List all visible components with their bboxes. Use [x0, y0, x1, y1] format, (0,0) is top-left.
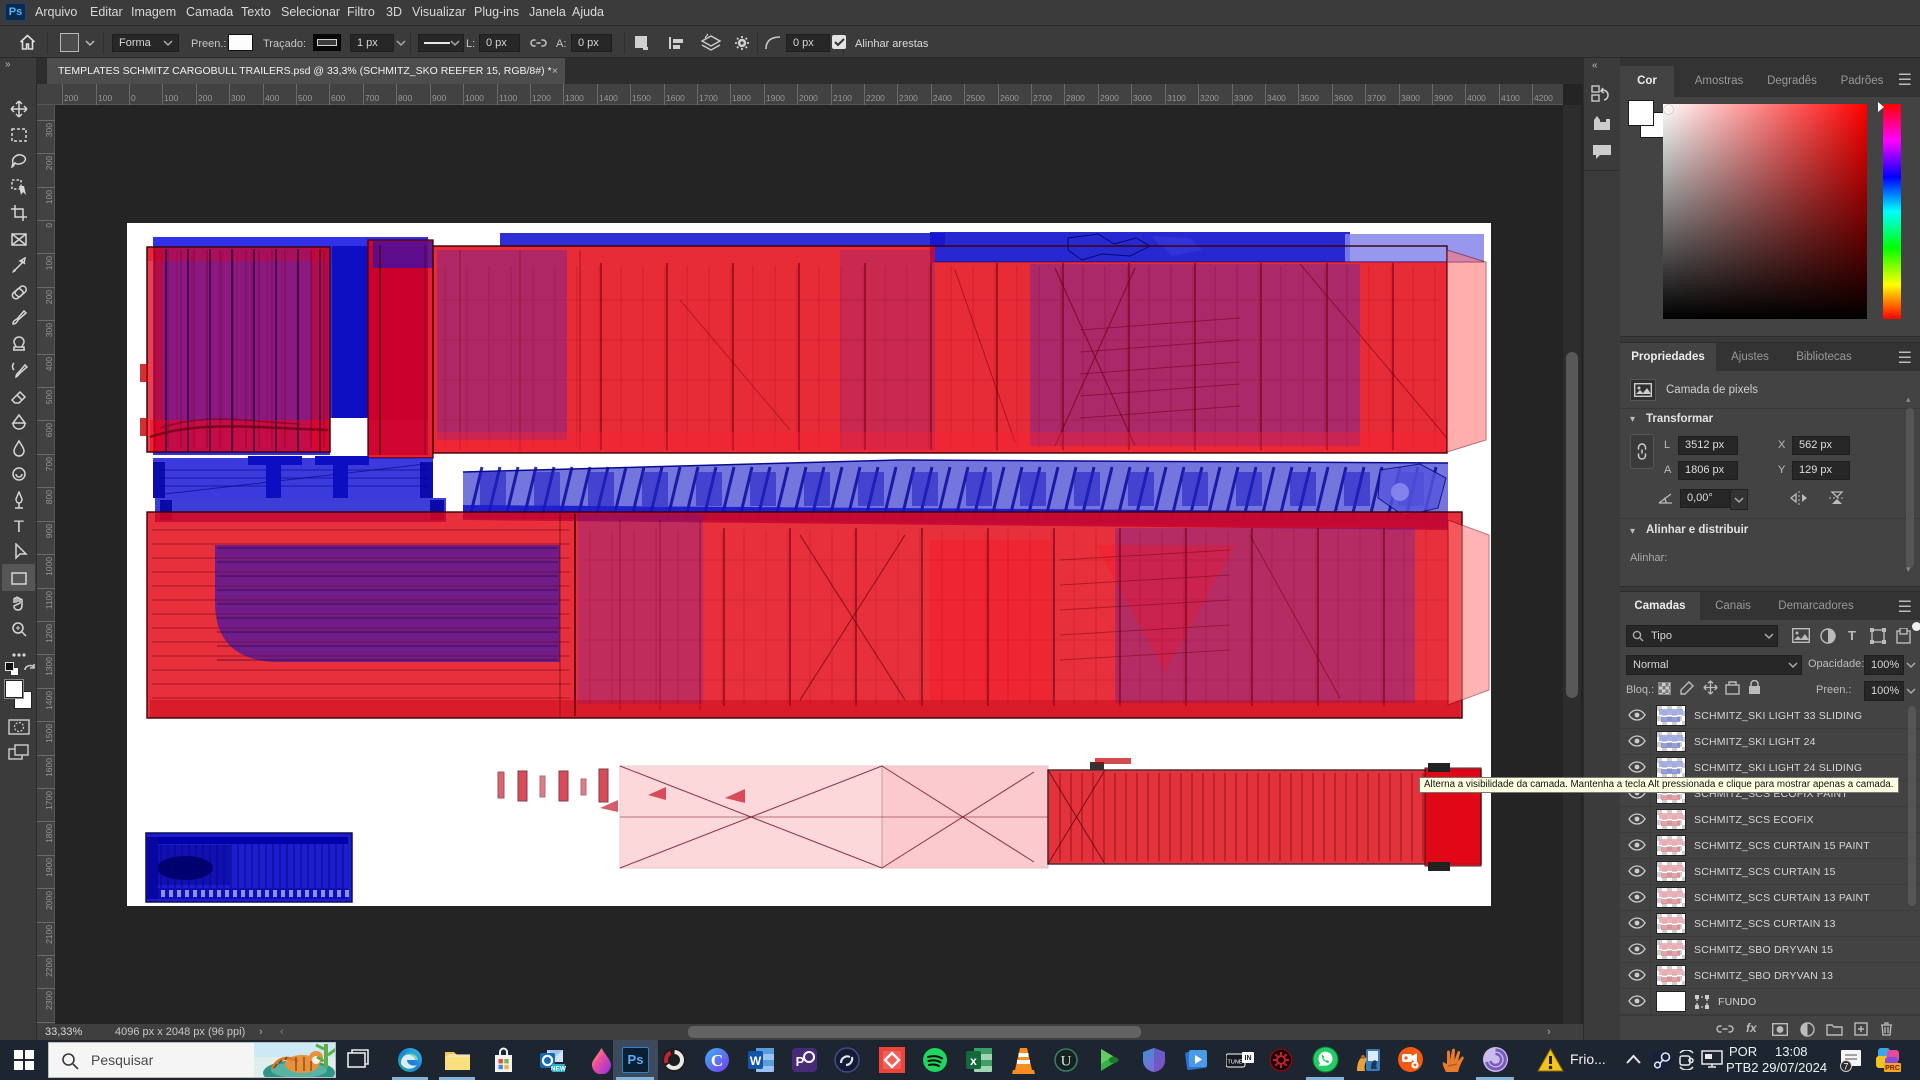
- svg-text:PRC: PRC: [1885, 1065, 1900, 1072]
- svg-text:IN: IN: [1245, 1055, 1252, 1062]
- svg-text:7: 7: [1843, 1062, 1848, 1072]
- svg-text:NEW: NEW: [551, 1066, 566, 1073]
- svg-text:x: x: [970, 1054, 977, 1068]
- svg-text:U: U: [1061, 1054, 1072, 1070]
- svg-text:T: T: [14, 517, 24, 535]
- svg-text:TUNE: TUNE: [1228, 1060, 1243, 1066]
- svg-text:C: C: [711, 1051, 723, 1070]
- svg-text:W: W: [750, 1054, 762, 1068]
